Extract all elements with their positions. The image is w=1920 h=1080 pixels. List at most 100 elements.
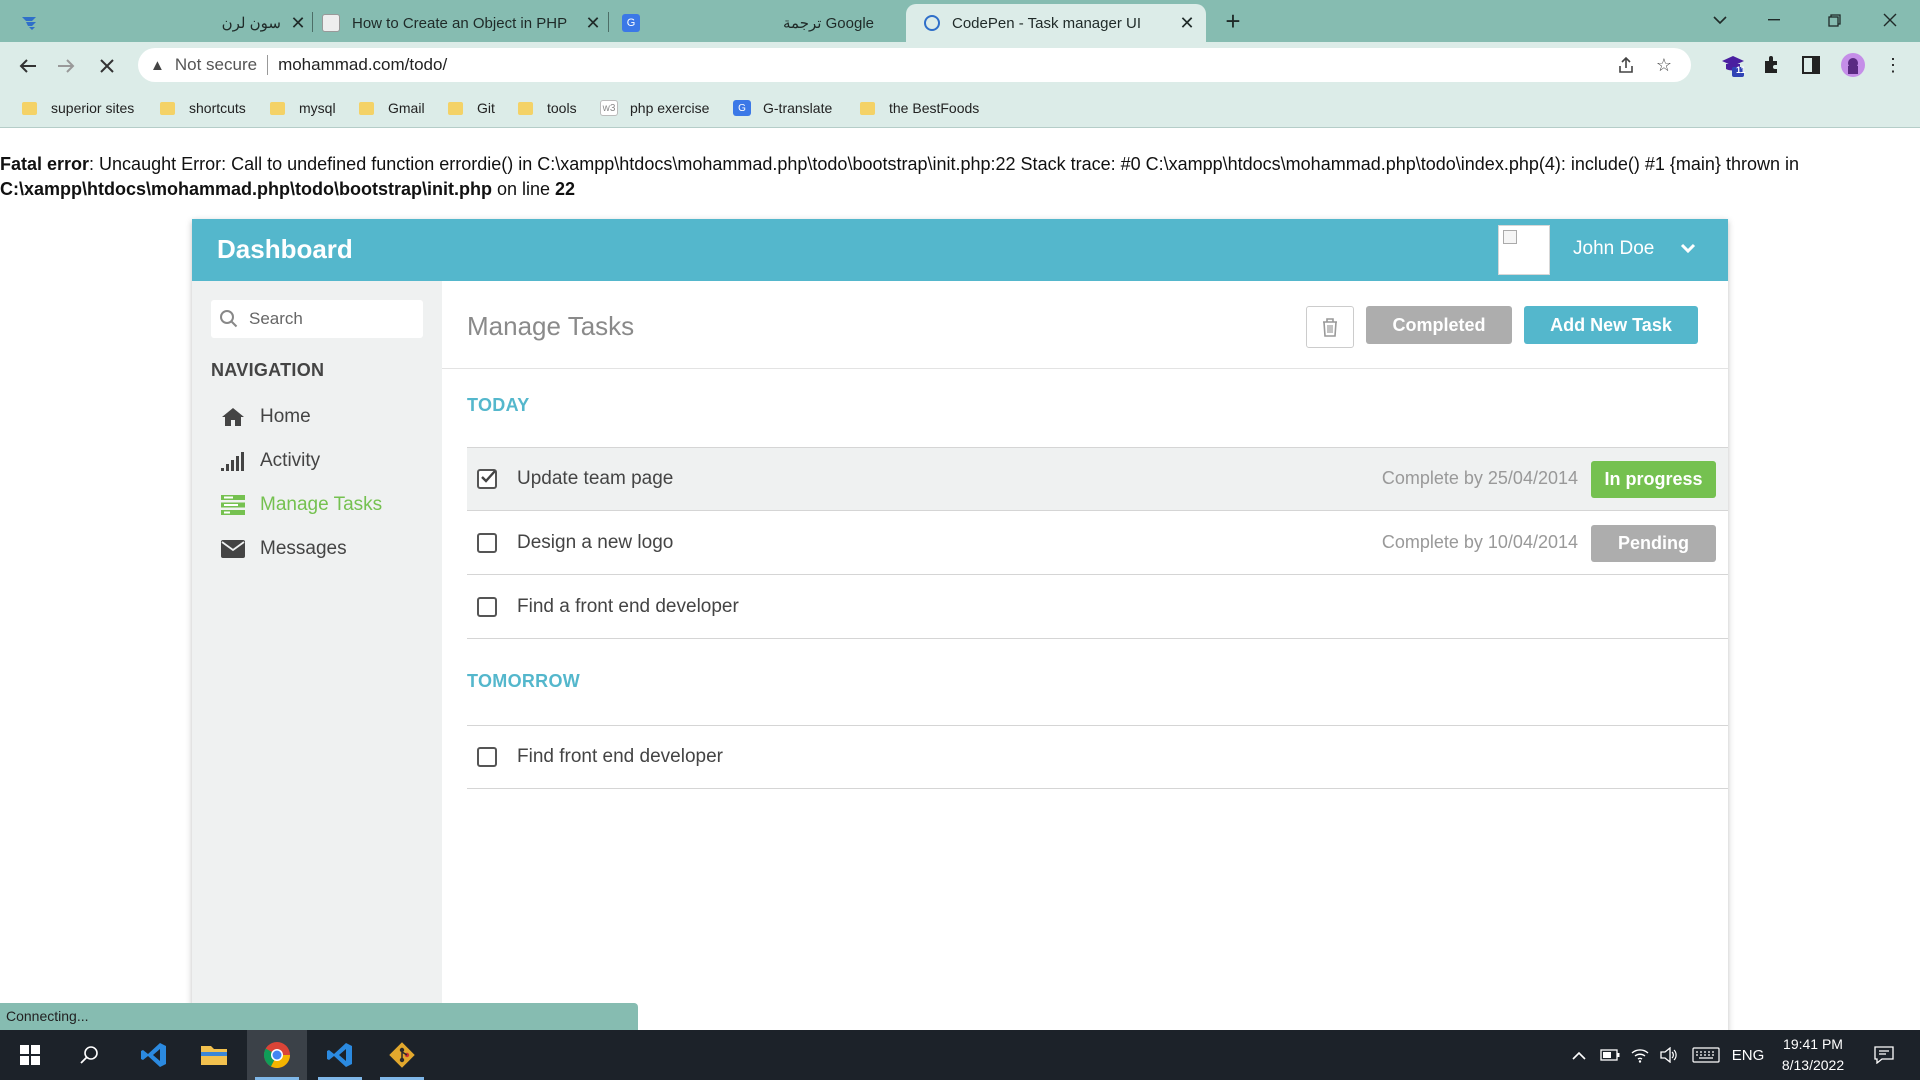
bookmark-label: G-translate [763, 100, 833, 116]
taskbar-search-button[interactable] [60, 1030, 120, 1080]
bookmark-the-bestfoods[interactable]: the BestFoods [860, 96, 979, 120]
taskbar-file-explorer[interactable] [184, 1030, 244, 1080]
add-new-task-button[interactable]: Add New Task [1524, 306, 1698, 344]
extension-graduation-icon[interactable]: 11 [1718, 50, 1748, 80]
signal-bars-icon [220, 448, 246, 474]
tab-close-icon[interactable]: ✕ [584, 13, 602, 33]
new-tab-button[interactable]: + [1218, 6, 1248, 36]
sidebar-item-home[interactable]: Home [220, 402, 311, 432]
status-badge[interactable]: In progress [1591, 461, 1716, 498]
task-checkbox[interactable] [477, 469, 497, 489]
sidebar-item-manage-tasks[interactable]: Manage Tasks [220, 490, 382, 520]
dashboard-title: Dashboard [217, 234, 353, 264]
task-due-date: Complete by 10/04/2014 [1381, 532, 1578, 552]
task-row[interactable]: Find front end developer [467, 726, 1728, 789]
bookmark-label: the BestFoods [889, 100, 980, 116]
stop-loading-button[interactable] [91, 50, 123, 82]
language-indicator[interactable]: ENG [1731, 1044, 1765, 1066]
bookmark-mysql[interactable]: mysql [270, 96, 336, 120]
taskbar-vscode-2[interactable] [310, 1030, 370, 1080]
security-label: Not secure [174, 55, 258, 74]
error-message: : Uncaught Error: Call to undefined func… [89, 154, 1799, 174]
page-title: Manage Tasks [467, 311, 635, 341]
taskbar-git[interactable] [372, 1030, 432, 1080]
folder-icon [359, 101, 374, 115]
close-window-button[interactable] [1870, 4, 1910, 36]
tab-search-button[interactable] [20, 4, 70, 42]
taskbar-clock[interactable]: 19:41 PM 8/13/2022 [1763, 1034, 1863, 1076]
tab-list-chevron-icon[interactable] [1700, 4, 1740, 36]
task-checkbox[interactable] [477, 597, 497, 617]
bookmark-gmail[interactable]: Gmail [359, 96, 425, 120]
status-badge[interactable]: Pending [1591, 525, 1716, 562]
close-icon [100, 59, 114, 73]
search-input[interactable]: Search [211, 300, 423, 338]
bookmark-shortcuts[interactable]: shortcuts [160, 96, 246, 120]
avatar[interactable] [1498, 225, 1550, 275]
tab-title: How to Create an Object in PHP [352, 14, 568, 32]
task-checkbox[interactable] [477, 533, 497, 553]
keyboard-icon[interactable] [1690, 1044, 1722, 1066]
bookmark-label: tools [547, 100, 577, 116]
tab-close-icon[interactable]: ✕ [1178, 13, 1196, 33]
share-icon[interactable] [1615, 54, 1637, 76]
dashboard-card: Dashboard John Doe Search NAVIGATION Hom… [192, 219, 1728, 1040]
folder-icon [22, 101, 37, 115]
bookmark-g-translate[interactable]: G G-translate [733, 96, 832, 120]
browser-menu-icon[interactable]: ⋮ [1878, 50, 1908, 80]
task-row[interactable]: Design a new logo Complete by 10/04/2014… [467, 512, 1728, 575]
task-row[interactable]: Update team page Complete by 25/04/2014 … [467, 448, 1728, 511]
profile-avatar-icon[interactable] [1838, 50, 1868, 80]
back-button[interactable] [12, 50, 44, 82]
start-button[interactable] [0, 1030, 60, 1080]
tray-chevron-up-icon[interactable] [1567, 1044, 1591, 1066]
address-bar[interactable]: ▲ Not secure mohammad.com/todo/ ☆ [138, 48, 1691, 82]
url-text[interactable]: mohammad.com/todo/ [278, 55, 447, 75]
php-fatal-error: Fatal error: Uncaught Error: Call to und… [0, 152, 1900, 202]
task-checkbox[interactable] [477, 747, 497, 767]
tab-4-active[interactable]: CodePen - Task manager UI ✕ [906, 4, 1206, 42]
tab-strip: سون لرن ✕ How to Create an Object in PHP… [0, 0, 1920, 42]
vscode-icon [141, 1043, 166, 1067]
bookmark-star-icon[interactable]: ☆ [1653, 54, 1675, 76]
tab-3[interactable]: G ترجمة Google [622, 4, 874, 42]
envelope-icon [220, 536, 246, 562]
tab-1[interactable]: سون لرن ✕ [192, 4, 307, 42]
taskbar-vscode[interactable] [124, 1030, 184, 1080]
taskbar-chrome[interactable] [247, 1030, 307, 1080]
error-line-number: 22 [555, 179, 576, 199]
notifications-icon[interactable] [1866, 1044, 1902, 1066]
section-label-today: TODAY [467, 395, 530, 415]
tab-2[interactable]: How to Create an Object in PHP ✕ [322, 4, 602, 42]
forward-button[interactable] [50, 50, 82, 82]
bookmark-php-exercise[interactable]: w3 php exercise [600, 96, 709, 120]
delete-button[interactable] [1306, 306, 1354, 348]
minimize-button[interactable] [1754, 4, 1794, 36]
bookmark-tools[interactable]: tools [518, 96, 577, 120]
warning-icon: ▲ [150, 56, 165, 74]
task-row[interactable]: Find a front end developer [467, 576, 1728, 639]
volume-icon[interactable] [1657, 1044, 1681, 1066]
side-panel-icon[interactable] [1796, 50, 1826, 80]
w3schools-icon: w3 [600, 100, 618, 116]
chevron-down-icon[interactable] [1677, 237, 1699, 259]
bookmark-git[interactable]: Git [448, 96, 495, 120]
battery-icon[interactable] [1598, 1044, 1622, 1066]
address-divider [267, 55, 269, 75]
folder-icon [201, 1046, 227, 1065]
completed-button[interactable]: Completed [1366, 306, 1512, 344]
bookmark-superior-sites[interactable]: superior sites [22, 96, 134, 120]
sidebar-item-messages[interactable]: Messages [220, 534, 347, 564]
extensions-puzzle-icon[interactable] [1757, 50, 1787, 80]
bookmark-label: shortcuts [189, 100, 246, 116]
tab-close-icon[interactable]: ✕ [289, 13, 307, 33]
folder-icon [518, 101, 533, 115]
user-name[interactable]: John Doe [1573, 238, 1654, 260]
restore-button[interactable] [1814, 4, 1854, 36]
forward-arrow-icon [58, 59, 75, 73]
taskbar: ENG 19:41 PM 8/13/2022 [0, 1030, 1920, 1080]
wifi-icon[interactable] [1628, 1044, 1652, 1066]
sidebar-item-activity[interactable]: Activity [220, 446, 320, 476]
status-bubble: Connecting... [0, 1003, 638, 1030]
tab-separator [312, 12, 313, 32]
